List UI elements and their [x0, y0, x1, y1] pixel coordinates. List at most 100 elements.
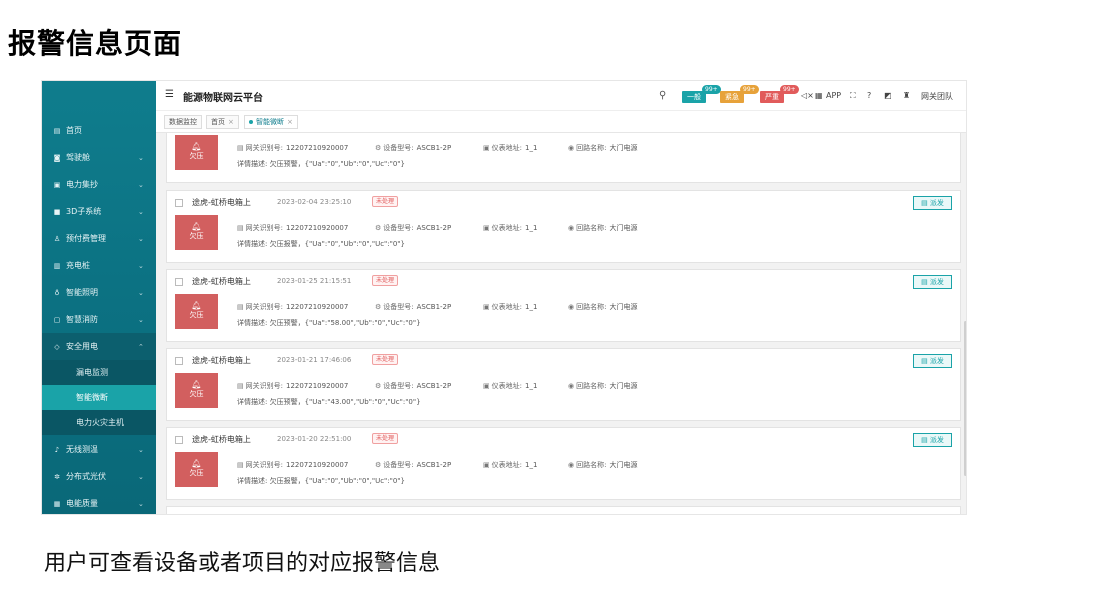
alarm-list: 🔔︎ 欠压 ▤ 网关识别号: 12207210920007 ⚙ 设备型号: ASCB1-2…: [156, 133, 966, 514]
cockpit-icon: ◙: [53, 153, 61, 162]
team-name[interactable]: 网关团队: [921, 91, 953, 102]
alarm-time: 2023-01-20 22:51:00: [277, 435, 352, 443]
gear-icon: ⚙: [375, 144, 382, 152]
sidebar-subitem-smart-breaker[interactable]: 智能微断: [42, 385, 156, 410]
solar-icon: ✲: [54, 472, 60, 481]
select-checkbox[interactable]: [175, 199, 183, 207]
select-checkbox[interactable]: [175, 357, 183, 365]
circuit-field: ◉ 回路名称: 大门电源: [568, 461, 638, 469]
meter-field: ▣ 仪表地址: 1_1: [483, 224, 538, 232]
app-title: 能源物联网云平台: [183, 93, 263, 104]
alarm-time: 2023-02-04 23:25:10: [277, 198, 352, 206]
fullscreen-icon[interactable]: ⛶: [850, 91, 856, 101]
level-urgent-button[interactable]: 紧急: [720, 91, 744, 103]
sidebar-item-power-quality[interactable]: ▦ 电能质量 ⌄: [42, 490, 156, 514]
model-field: ⚙ 设备型号: ASCB1-2P: [375, 303, 452, 311]
meter-icon: ▣: [483, 382, 490, 390]
skin-icon[interactable]: ♜: [903, 91, 910, 100]
sidebar-item-cockpit[interactable]: ◙ 驾驶舱 ⌄: [42, 144, 156, 171]
chevron-down-icon: ⌄: [138, 234, 144, 243]
meter-icon: ▣: [483, 303, 490, 311]
qr-icon[interactable]: ▦: [815, 91, 823, 100]
id-icon: ▤: [237, 461, 244, 469]
sidebar-subitem-fire-host[interactable]: 电力火灾主机: [42, 410, 156, 435]
scrollbar[interactable]: [964, 321, 966, 476]
dispatch-button[interactable]: ▤ 派发: [913, 354, 952, 368]
sidebar-item-3d[interactable]: ■ 3D子系统 ⌄: [42, 198, 156, 225]
device-name: 途虎-虹桥电箱上: [192, 435, 251, 444]
sidebar-item-prepaid[interactable]: ♙ 预付费管理 ⌄: [42, 225, 156, 252]
thermometer-icon: ♪: [54, 445, 60, 454]
gear-icon: ⚙: [375, 382, 382, 390]
level-general-button[interactable]: 一般: [682, 91, 706, 103]
status-badge: 未处理: [372, 196, 399, 207]
alarm-card: 途虎-虹桥电箱上 2023-01-21 17:46:06 未处理 ▤ 派发 🔔︎…: [166, 348, 961, 421]
id-icon: ▤: [237, 382, 244, 390]
bell-icon: 🔔︎: [191, 142, 202, 151]
detail-field: 详情描述: 欠压报警，{"Ua":"0","Ub":"0","Uc":"0"}: [237, 240, 405, 248]
tab-smart-breaker[interactable]: 智能微断 ×: [244, 115, 298, 129]
device-name: 途虎-虹桥电箱上: [192, 198, 251, 207]
level-severe-count: 99+: [780, 85, 799, 94]
level-general-count: 99+: [702, 85, 721, 94]
meter-field: ▣ 仪表地址: 1_1: [483, 461, 538, 469]
alarm-type-badge: 🔔︎ 欠压: [175, 452, 218, 487]
help-icon[interactable]: ?: [867, 91, 871, 100]
pin-icon: ◉: [568, 303, 575, 311]
sidebar-item-lighting[interactable]: ♁ 智能照明 ⌄: [42, 279, 156, 306]
app-link[interactable]: APP: [826, 91, 841, 100]
meter-field: ▣ 仪表地址: 1_1: [483, 144, 538, 152]
dispatch-button[interactable]: ▤ 派发: [913, 196, 952, 210]
meter-icon: ▣: [53, 180, 61, 189]
tab-data-monitor[interactable]: 数据监控: [164, 115, 202, 129]
pin-icon: ◉: [568, 461, 575, 469]
menu-toggle-icon[interactable]: ☰: [165, 89, 174, 100]
document-icon: ▤: [921, 278, 930, 286]
close-icon[interactable]: ×: [228, 118, 234, 126]
mute-icon[interactable]: ◁×: [801, 91, 814, 100]
gateway-field: ▤ 网关识别号: 12207210920007: [237, 461, 349, 469]
bell-icon: 🔔︎: [191, 380, 202, 389]
pin-icon: ◉: [568, 382, 575, 390]
sidebar-subitem-leakage[interactable]: 漏电监测: [42, 360, 156, 385]
select-checkbox[interactable]: [175, 436, 183, 444]
close-icon[interactable]: ×: [287, 118, 293, 126]
device-name: 途虎-虹桥电箱上: [192, 356, 251, 365]
detail-field: 详情描述: 欠压预警，{"Ua":"43.00","Ub":"0","Uc":"…: [237, 398, 421, 406]
chevron-down-icon: ⌄: [138, 445, 144, 454]
sidebar-item-wireless-temp[interactable]: ♪ 无线测温 ⌄: [42, 436, 156, 463]
select-checkbox[interactable]: [175, 278, 183, 286]
meter-field: ▣ 仪表地址: 1_1: [483, 382, 538, 390]
sidebar-item-electrical-safety[interactable]: ◇ 安全用电 ⌃: [42, 333, 156, 360]
alarm-type-badge: 🔔︎ 欠压: [175, 135, 218, 170]
meter-icon: ▣: [483, 224, 490, 232]
cube-icon: ■: [53, 207, 61, 216]
detail-field: 详情描述: 欠压预警，{"Ua":"58.00","Ub":"0","Uc":"…: [237, 319, 421, 327]
pin-icon: ◉: [568, 144, 575, 152]
status-badge: 未处理: [372, 275, 399, 286]
sidebar-item-charger[interactable]: ▥ 充电桩 ⌄: [42, 252, 156, 279]
sidebar-item-solar[interactable]: ✲ 分布式光伏 ⌄: [42, 463, 156, 490]
gateway-field: ▤ 网关识别号: 12207210920007: [237, 382, 349, 390]
gear-icon: ⚙: [375, 461, 382, 469]
tab-home[interactable]: 首页 ×: [206, 115, 239, 129]
circuit-field: ◉ 回路名称: 大门电源: [568, 144, 638, 152]
meter-field: ▣ 仪表地址: 1_1: [483, 303, 538, 311]
chevron-down-icon: ⌄: [138, 315, 144, 324]
dashboard-icon: ▤: [53, 126, 61, 135]
search-icon[interactable]: ⚲: [659, 90, 666, 101]
model-field: ⚙ 设备型号: ASCB1-2P: [375, 224, 452, 232]
sidebar-item-meter-reading[interactable]: ▣ 电力集抄 ⌄: [42, 171, 156, 198]
theme-icon[interactable]: ◩: [884, 91, 892, 100]
sidebar-item-fire[interactable]: ▢ 智慧消防 ⌄: [42, 306, 156, 333]
dispatch-button[interactable]: ▤ 派发: [913, 433, 952, 447]
level-severe-button[interactable]: 严重: [760, 91, 784, 103]
dispatch-button[interactable]: ▤ 派发: [913, 275, 952, 289]
detail-field: 详情描述: 欠压报警，{"Ua":"0","Ub":"0","Uc":"0"}: [237, 477, 405, 485]
circuit-field: ◉ 回路名称: 大门电源: [568, 224, 638, 232]
sidebar-item-home[interactable]: ▤ 首页: [42, 117, 156, 144]
chevron-down-icon: ⌄: [138, 207, 144, 216]
sidebar: ▤ 首页 ◙ 驾驶舱 ⌄ ▣ 电力集抄 ⌄ ■ 3D子系统 ⌄ ♙ 预付费管理 ⌄ ▥ 充电桩 ⌄ ♁…: [42, 81, 156, 514]
document-icon: ▤: [921, 199, 930, 207]
alarm-card: 途虎-虹桥电箱上 2023-01-20 22:51:00 未处理 ▤ 派发 🔔︎…: [166, 427, 961, 500]
